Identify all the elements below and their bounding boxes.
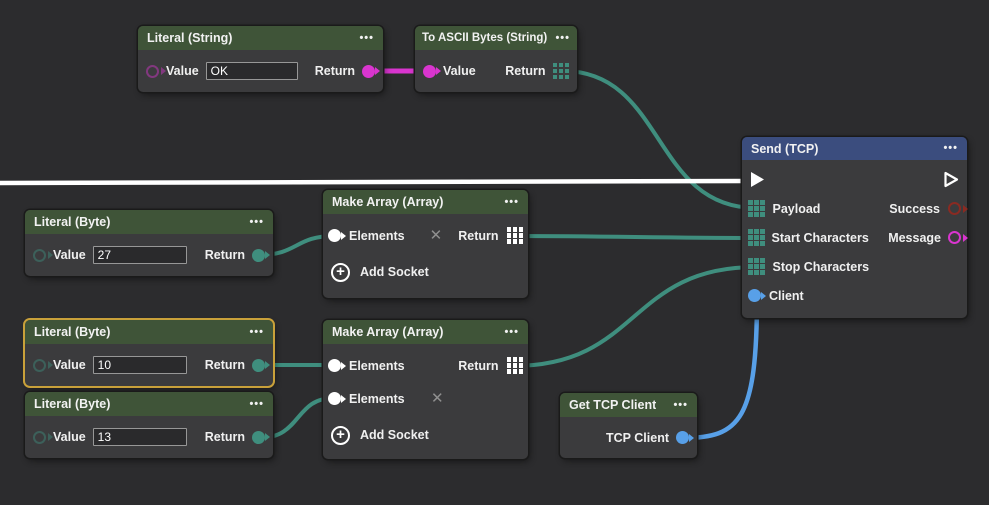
wire-array-return-to-start-characters[interactable] [513,236,756,238]
return-label: Return [205,358,245,372]
return-output-port[interactable] [252,249,265,262]
node-title: Send (TCP) [751,142,818,156]
add-socket-icon[interactable]: + [331,263,350,282]
value-label: Value [53,358,86,372]
value-input-port[interactable] [33,249,46,262]
node-header[interactable]: Make Array (Array) ••• [323,190,528,214]
value-input-port[interactable] [33,359,46,372]
node-literal-byte-10[interactable]: Literal (Byte) ••• Value Return [25,320,273,386]
wire-exec[interactable] [0,181,750,183]
node-title: Get TCP Client [569,398,656,412]
node-header[interactable]: Make Array (Array) ••• [323,320,528,344]
return-array-port-icon[interactable] [507,227,524,244]
value-input-port[interactable] [423,65,436,78]
add-socket-label: Add Socket [360,428,429,442]
return-output-port[interactable] [362,65,375,78]
return-label: Return [458,229,498,243]
node-to-ascii-bytes[interactable]: To ASCII Bytes (String) ••• Value Return [415,26,577,92]
tcp-client-label: TCP Client [606,431,669,445]
node-menu-icon[interactable]: ••• [555,33,570,44]
return-array-port-icon[interactable] [507,357,524,374]
node-header[interactable]: Literal (Byte) ••• [25,392,273,416]
node-title: Literal (Byte) [34,215,110,229]
node-title: Make Array (Array) [332,195,443,209]
node-make-array-2[interactable]: Make Array (Array) ••• Elements Return E… [323,320,528,459]
success-output-port[interactable] [948,202,961,215]
return-label: Return [205,248,245,262]
node-menu-icon[interactable]: ••• [249,217,264,228]
message-output-port[interactable] [948,231,961,244]
node-make-array-1[interactable]: Make Array (Array) ••• Elements ✕ Return… [323,190,528,298]
node-title: Literal (Byte) [34,397,110,411]
value-input[interactable] [93,356,187,374]
value-input-port[interactable] [146,65,159,78]
value-input[interactable] [206,62,298,80]
return-output-port[interactable] [252,359,265,372]
value-label: Value [166,64,199,78]
node-title: Literal (Byte) [34,325,110,339]
start-characters-label: Start Characters [772,231,869,245]
success-label: Success [889,202,940,216]
node-menu-icon[interactable]: ••• [673,400,688,411]
value-label: Value [53,248,86,262]
node-header[interactable]: To ASCII Bytes (String) ••• [415,26,577,50]
node-menu-icon[interactable]: ••• [943,143,958,154]
value-input[interactable] [93,428,187,446]
return-label: Return [505,64,545,78]
value-input[interactable] [93,246,187,264]
client-input-port[interactable] [748,289,761,302]
return-output-port[interactable] [252,431,265,444]
wire-array-return-to-stop-characters[interactable] [513,267,756,366]
node-menu-icon[interactable]: ••• [249,399,264,410]
return-label: Return [458,359,498,373]
node-menu-icon[interactable]: ••• [504,197,519,208]
node-title: To ASCII Bytes (String) [422,32,547,44]
exec-output-port[interactable] [942,170,961,189]
value-input-port[interactable] [33,431,46,444]
node-header[interactable]: Get TCP Client ••• [560,393,697,417]
elements-input-port[interactable] [328,229,341,242]
payload-array-port-icon[interactable] [748,200,765,217]
node-menu-icon[interactable]: ••• [249,327,264,338]
node-get-tcp-client[interactable]: Get TCP Client ••• TCP Client [560,393,697,458]
elements-label: Elements [349,392,423,406]
node-literal-string[interactable]: Literal (String) ••• Value Return [138,26,383,92]
add-socket-icon[interactable]: + [331,426,350,445]
node-title: Literal (String) [147,31,232,45]
node-menu-icon[interactable]: ••• [359,33,374,44]
node-canvas[interactable]: Literal (String) ••• Value Return To ASC… [0,0,989,505]
tcp-client-output-port[interactable] [676,431,689,444]
return-array-port-icon[interactable] [553,63,570,80]
message-label: Message [888,231,941,245]
node-literal-byte-27[interactable]: Literal (Byte) ••• Value Return [25,210,273,276]
elements-input-port[interactable] [328,392,341,405]
node-header[interactable]: Literal (Byte) ••• [25,210,273,234]
exec-input-port[interactable] [748,170,767,189]
return-label: Return [315,64,355,78]
start-characters-array-port-icon[interactable] [748,229,765,246]
return-label: Return [205,430,245,444]
node-header[interactable]: Literal (String) ••• [138,26,383,50]
wire-ascii-return-to-payload[interactable] [563,71,756,208]
node-header[interactable]: Send (TCP) ••• [742,137,967,160]
stop-characters-label: Stop Characters [773,260,870,274]
value-label: Value [443,64,476,78]
add-socket-label: Add Socket [360,265,429,279]
elements-input-port[interactable] [328,359,341,372]
node-menu-icon[interactable]: ••• [504,327,519,338]
remove-socket-icon[interactable]: ✕ [431,391,444,406]
client-label: Client [769,289,804,303]
stop-characters-array-port-icon[interactable] [748,258,765,275]
node-header[interactable]: Literal (Byte) ••• [25,320,273,344]
node-literal-byte-13[interactable]: Literal (Byte) ••• Value Return [25,392,273,458]
node-send-tcp[interactable]: Send (TCP) ••• Payload Success Start Cha… [742,137,967,318]
node-title: Make Array (Array) [332,325,443,339]
value-label: Value [53,430,86,444]
elements-label: Elements [349,229,422,243]
remove-socket-icon[interactable]: ✕ [430,228,443,243]
payload-label: Payload [773,202,821,216]
elements-label: Elements [349,359,423,373]
